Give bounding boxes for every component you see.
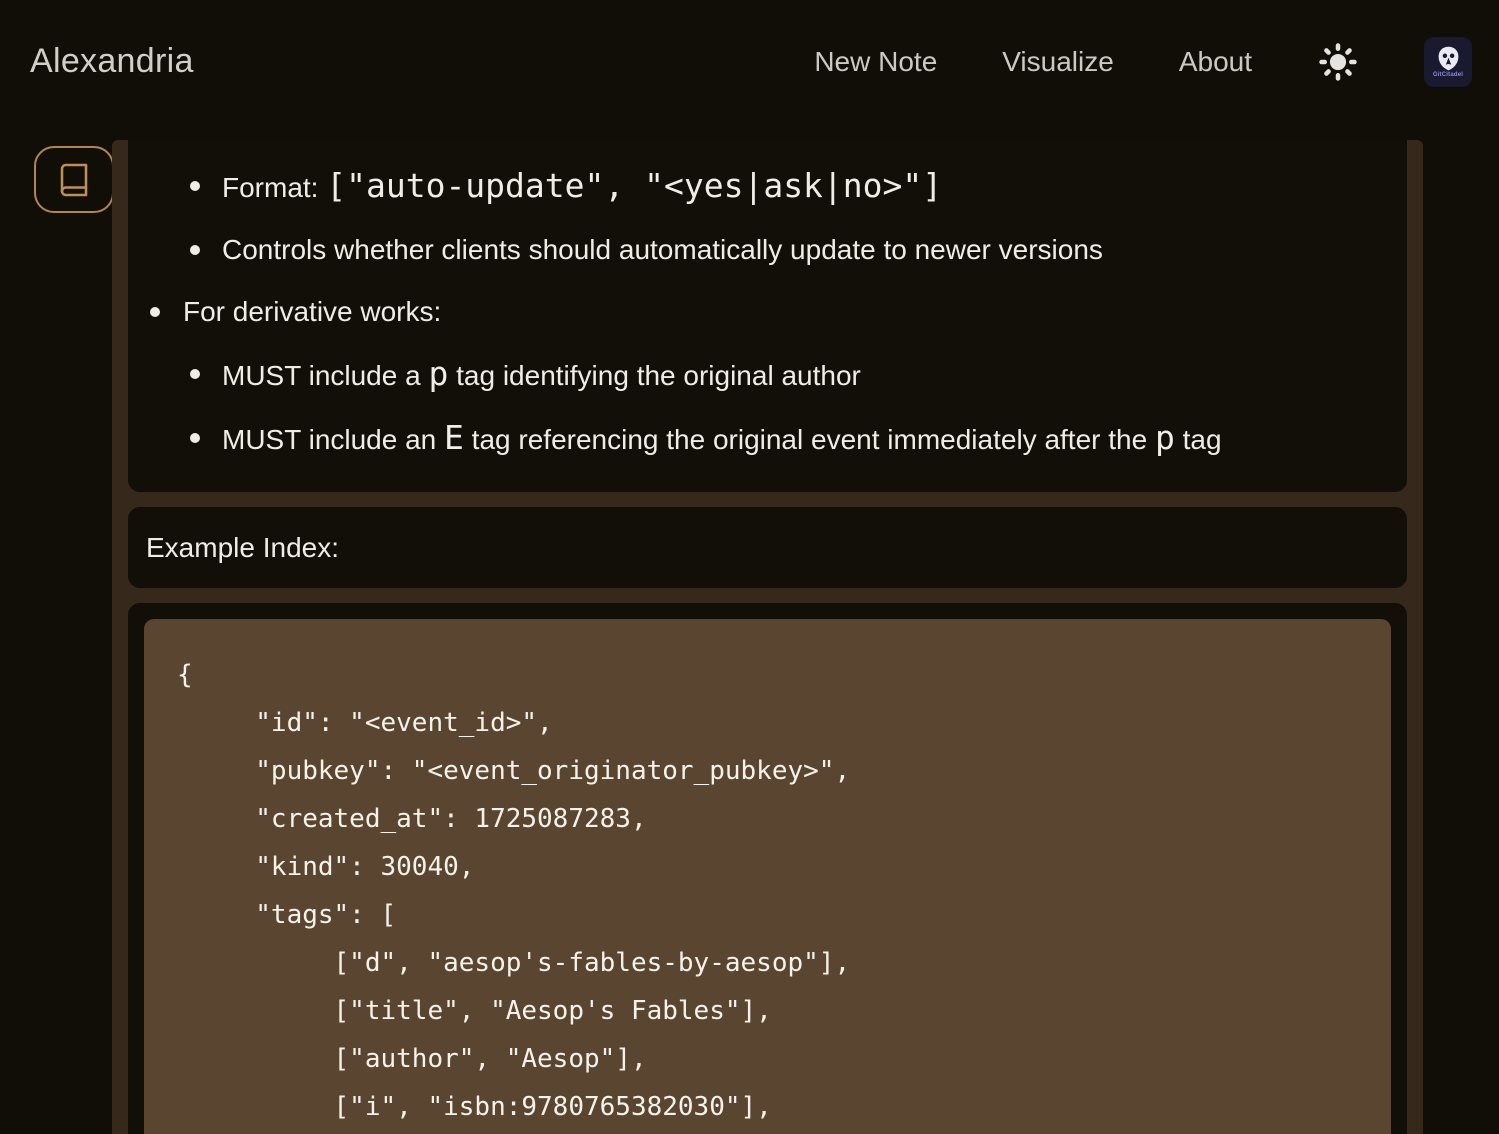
doc-text: MUST include an [222,424,444,455]
inline-code: E [444,418,464,457]
gitcitadel-logo[interactable]: GitCitadel [1424,37,1472,87]
theme-toggle-button[interactable] [1317,41,1359,83]
doc-bullet-item: MUST include a p tag identifying the ori… [128,356,1377,393]
code-block: { "id": "<event_id>", "pubkey": "<event_… [144,619,1391,1134]
doc-text: tag referencing the original event immed… [464,424,1155,455]
doc-text: tag identifying the original author [448,360,861,391]
example-heading: Example Index: [146,532,339,564]
top-nav: New Note Visualize About [814,0,1472,124]
app-header: Alexandria New Note Visualize About [0,0,1499,128]
doc-bullet-item: Format: ["auto-update", "<yes|ask|no>"] [128,168,1377,205]
book-icon [56,162,92,198]
sidebar-toggle-button[interactable] [34,146,114,213]
logo-label: GitCitadel [1433,72,1463,79]
code-section-card: { "id": "<event_id>", "pubkey": "<event_… [128,603,1407,1134]
doc-bullet-item: Controls whether clients should automati… [128,232,1377,267]
page: { "header": { "title": "Alexandria", "na… [0,0,1499,1134]
doc-section-card: Format: ["auto-update", "<yes|ask|no>"] C… [128,140,1407,492]
doc-bullet-item: MUST include an E tag referencing the or… [128,420,1377,457]
inline-code: p [428,354,448,393]
doc-text: Controls whether clients should automati… [222,234,1103,265]
doc-bullet-item: For derivative works: [128,294,1377,329]
doc-bullet-list: Format: ["auto-update", "<yes|ask|no>"] C… [128,168,1377,457]
inline-code: ["auto-update", "<yes|ask|no>"] [326,166,942,205]
code-content: { "id": "<event_id>", "pubkey": "<event_… [177,651,1359,1131]
gitcitadel-shield-icon [1435,45,1462,72]
example-heading-card: Example Index: [128,507,1407,588]
sun-icon [1317,41,1359,83]
document-viewer: Format: ["auto-update", "<yes|ask|no>"] C… [112,140,1423,1134]
nav-item-visualize[interactable]: Visualize [1002,46,1114,78]
doc-text: Format: [222,172,326,203]
inline-code: p [1155,418,1175,457]
doc-text: For derivative works: [183,296,441,327]
doc-text: MUST include a [222,360,428,391]
app-title[interactable]: Alexandria [30,42,194,81]
doc-text: tag [1175,424,1222,455]
nav-item-about[interactable]: About [1179,46,1252,78]
nav-item-new-note[interactable]: New Note [814,46,937,78]
